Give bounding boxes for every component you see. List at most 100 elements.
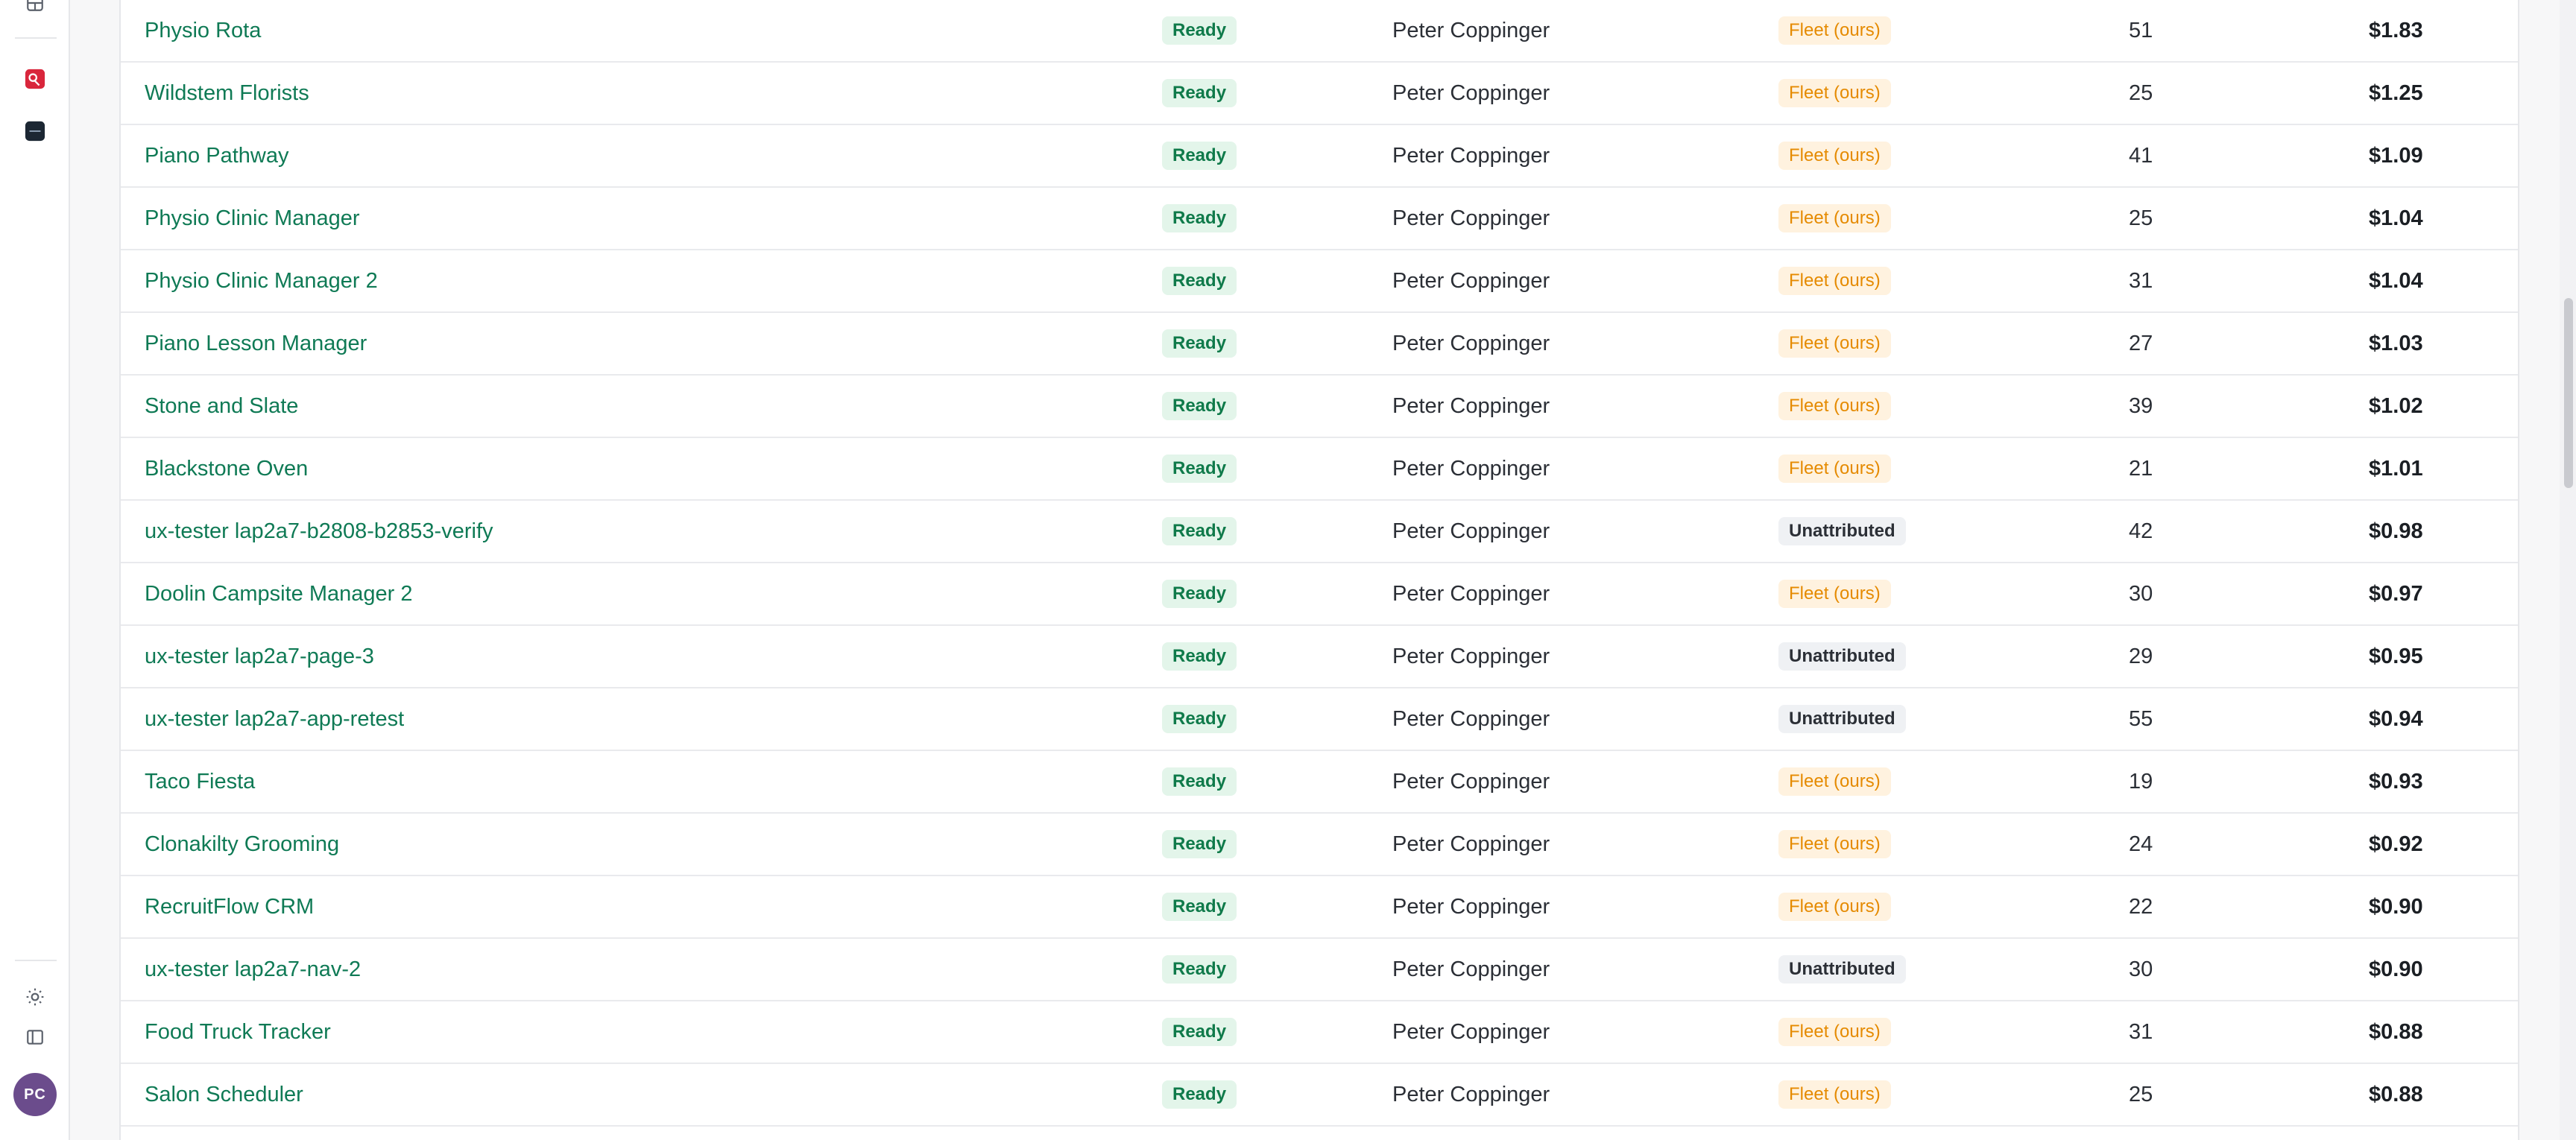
table-row[interactable]: Taco Fiesta Ready Peter Coppinger Fleet …	[121, 751, 2518, 814]
table-row[interactable]: RecruitFlow CRM Ready Peter Coppinger Fl…	[121, 876, 2518, 939]
table-row[interactable]: ux-tester lap2a7-app-retest Ready Peter …	[121, 688, 2518, 751]
table-row[interactable]: Stone and Slate Ready Peter Coppinger Fl…	[121, 376, 2518, 438]
table-row[interactable]: Piano Lesson Manager Ready Peter Copping…	[121, 313, 2518, 376]
table-row[interactable]: Doolin Campsite Manager 2 Ready Peter Co…	[121, 563, 2518, 626]
app-name-link[interactable]: Physio Clinic Manager	[145, 206, 360, 231]
app-name-link[interactable]: Blackstone Oven	[145, 457, 308, 481]
owner-name: Peter Coppinger	[1392, 206, 1550, 230]
table-row[interactable]: Clonakilty Grooming Ready Peter Coppinge…	[121, 814, 2518, 876]
app-name-link[interactable]: Food Truck Tracker	[145, 1020, 331, 1045]
source-badge: Unattributed	[1778, 705, 1906, 733]
scrollbar[interactable]	[2560, 0, 2576, 1140]
cost-value: $1.04	[2369, 206, 2423, 230]
table-row[interactable]: ux-tester lap2a7-b2808-b2853-verify Read…	[121, 501, 2518, 563]
count-value: 42	[2129, 519, 2153, 543]
app-name-link[interactable]: ux-tester lap2a7-b2808-b2853-verify	[145, 519, 493, 544]
count-value: 55	[2129, 706, 2153, 731]
source-badge: Fleet (ours)	[1778, 1018, 1891, 1046]
count-value: 31	[2129, 268, 2153, 293]
table-row[interactable]: Food Truck Tracker Ready Peter Coppinger…	[121, 1001, 2518, 1064]
rail-divider	[15, 37, 57, 39]
app-name-link[interactable]: ux-tester lap2a7-app-retest	[145, 707, 404, 732]
table-row[interactable]: Blackstone Oven Ready Peter Coppinger Fl…	[121, 438, 2518, 501]
app-name-link[interactable]: Wildstem Florists	[145, 81, 309, 106]
avatar[interactable]: PC	[13, 1073, 57, 1116]
table-row[interactable]: Salon Scheduler Ready Peter Coppinger Fl…	[121, 1064, 2518, 1127]
source-badge: Fleet (ours)	[1778, 580, 1891, 608]
table-row[interactable]: Physio Clinic Manager Ready Peter Coppin…	[121, 188, 2518, 250]
app-name-link[interactable]: Taco Fiesta	[145, 770, 255, 794]
status-badge: Ready	[1162, 142, 1237, 170]
left-rail: PC	[0, 0, 70, 1140]
status-badge: Ready	[1162, 79, 1237, 107]
app-name-link[interactable]: Physio Clinic Manager 2	[145, 269, 378, 294]
status-badge: Ready	[1162, 204, 1237, 232]
cost-value: $0.98	[2369, 519, 2423, 543]
status-badge: Ready	[1162, 642, 1237, 671]
count-value: 29	[2129, 644, 2153, 668]
app-icon[interactable]	[25, 69, 45, 89]
sun-icon[interactable]	[25, 987, 45, 1007]
source-badge: Fleet (ours)	[1778, 142, 1891, 170]
status-badge: Ready	[1162, 267, 1237, 295]
cost-value: $0.90	[2369, 894, 2423, 919]
app-icon[interactable]	[25, 121, 45, 142]
source-badge: Fleet (ours)	[1778, 79, 1891, 107]
cost-value: $0.88	[2369, 1019, 2423, 1044]
app-name-link[interactable]: Piano Lesson Manager	[145, 332, 367, 356]
table-row[interactable]: Wildstem Florists Ready Peter Coppinger …	[121, 63, 2518, 125]
app-name-link[interactable]: ux-tester lap2a7-nav-2	[145, 957, 361, 982]
status-badge: Ready	[1162, 1080, 1237, 1109]
owner-name: Peter Coppinger	[1392, 769, 1550, 794]
count-value: 39	[2129, 393, 2153, 418]
count-value: 41	[2129, 143, 2153, 168]
cost-value: $1.09	[2369, 143, 2423, 168]
owner-name: Peter Coppinger	[1392, 393, 1550, 418]
source-badge: Fleet (ours)	[1778, 1080, 1891, 1109]
status-badge: Ready	[1162, 455, 1237, 483]
app-name-link[interactable]: ux-tester lap2a7-page-3	[145, 645, 374, 669]
source-badge: Fleet (ours)	[1778, 893, 1891, 921]
count-value: 25	[2129, 1082, 2153, 1106]
status-badge: Ready	[1162, 329, 1237, 358]
apps-table: Physio Rota Ready Peter Coppinger Fleet …	[119, 0, 2519, 1140]
source-badge: Unattributed	[1778, 517, 1906, 545]
sidebar-toggle-icon[interactable]	[25, 1027, 45, 1048]
cost-value: $1.25	[2369, 80, 2423, 105]
owner-name: Peter Coppinger	[1392, 331, 1550, 355]
table-row[interactable]: ux-tester lap2a7-nav-2 Ready Peter Coppi…	[121, 939, 2518, 1001]
count-value: 51	[2129, 18, 2153, 42]
table-row[interactable]: ux-tester lap2a7-page-3 Ready Peter Copp…	[121, 626, 2518, 688]
cost-value: $1.03	[2369, 331, 2423, 355]
app-name-link[interactable]: Clonakilty Grooming	[145, 832, 339, 857]
status-badge: Ready	[1162, 955, 1237, 984]
app-name-link[interactable]: RecruitFlow CRM	[145, 895, 314, 919]
owner-name: Peter Coppinger	[1392, 894, 1550, 919]
table-row[interactable]: Piano Pathway Ready Peter Coppinger Flee…	[121, 125, 2518, 188]
app-name-link[interactable]: Physio Rota	[145, 19, 261, 43]
layout-icon[interactable]	[25, 0, 45, 13]
count-value: 24	[2129, 832, 2153, 856]
scrollbar-thumb[interactable]	[2564, 298, 2573, 488]
count-value: 30	[2129, 581, 2153, 606]
owner-name: Peter Coppinger	[1392, 706, 1550, 731]
app-name-link[interactable]: Doolin Campsite Manager 2	[145, 582, 412, 607]
cost-value: $0.88	[2369, 1082, 2423, 1106]
source-badge: Unattributed	[1778, 642, 1906, 671]
owner-name: Peter Coppinger	[1392, 1082, 1550, 1106]
status-badge: Ready	[1162, 705, 1237, 733]
app-name-link[interactable]: Stone and Slate	[145, 394, 298, 419]
count-value: 19	[2129, 769, 2153, 794]
cost-value: $0.97	[2369, 581, 2423, 606]
cost-value: $0.90	[2369, 957, 2423, 981]
owner-name: Peter Coppinger	[1392, 832, 1550, 856]
app-name-link[interactable]: Piano Pathway	[145, 144, 288, 168]
table-row[interactable]: Physio Rota Ready Peter Coppinger Fleet …	[121, 0, 2518, 63]
count-value: 25	[2129, 206, 2153, 230]
count-value: 22	[2129, 894, 2153, 919]
app-name-link[interactable]: Salon Scheduler	[145, 1083, 303, 1107]
source-badge: Fleet (ours)	[1778, 392, 1891, 420]
status-badge: Ready	[1162, 893, 1237, 921]
table-row[interactable]: Physio Clinic Manager 2 Ready Peter Copp…	[121, 250, 2518, 313]
status-badge: Ready	[1162, 1018, 1237, 1046]
